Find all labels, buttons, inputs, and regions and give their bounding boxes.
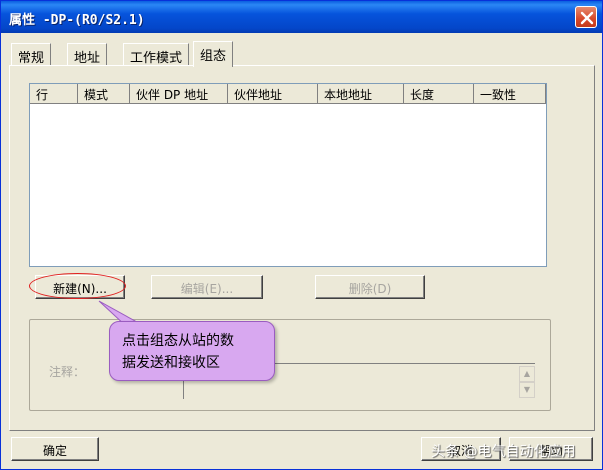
annotation-callout: 点击组态从站的数 据发送和接收区 <box>109 321 275 381</box>
table-header: 行 模式 伙伴 DP 地址 伙伴地址 本地地址 长度 一致性 <box>30 84 546 104</box>
column-header-length[interactable]: 长度 <box>404 84 474 104</box>
delete-button[interactable]: 删除(D) <box>315 275 425 299</box>
tab-address-label: 地址 <box>74 51 101 66</box>
column-header-consistency[interactable]: 一致性 <box>474 84 546 104</box>
scroll-down-icon[interactable]: ▼ <box>519 382 535 398</box>
tab-operating-mode-label: 工作模式 <box>130 51 183 66</box>
column-header-local-address[interactable]: 本地地址 <box>318 84 404 104</box>
close-button[interactable] <box>575 6 597 28</box>
column-header-partner-address[interactable]: 伙伴地址 <box>228 84 318 104</box>
column-header-mode[interactable]: 模式 <box>78 84 130 104</box>
ok-button-label: 确定 <box>42 444 67 458</box>
tab-address[interactable]: 地址 <box>67 43 108 66</box>
tab-general-label: 常规 <box>18 51 45 66</box>
comment-label: 注释： <box>49 365 86 379</box>
window-title: 属性 -DP-(R0/S2.1) <box>9 13 145 28</box>
edit-button-label: 编辑(E)... <box>180 282 234 296</box>
edit-button[interactable]: 编辑(E)... <box>151 275 263 299</box>
scroll-up-icon[interactable]: ▲ <box>519 366 535 382</box>
ok-button[interactable]: 确定 <box>11 437 99 461</box>
delete-button-label: 删除(D) <box>348 282 392 296</box>
watermark: 头条 @电气自动化应用 <box>431 444 576 460</box>
title-bar[interactable]: 属性 -DP-(R0/S2.1) <box>1 1 602 33</box>
tab-operating-mode[interactable]: 工作模式 <box>123 43 190 66</box>
tab-general[interactable]: 常规 <box>11 43 52 66</box>
tab-configuration-label: 组态 <box>200 49 227 64</box>
column-header-partner-dp-address[interactable]: 伙伴 DP 地址 <box>130 84 228 104</box>
annotation-line-1: 点击组态从站的数 <box>122 333 234 349</box>
annotation-line-2: 据发送和接收区 <box>122 355 220 371</box>
tab-configuration[interactable]: 组态 <box>193 41 234 67</box>
column-header-row[interactable]: 行 <box>30 84 78 104</box>
configuration-table[interactable]: 行 模式 伙伴 DP 地址 伙伴地址 本地地址 长度 一致性 <box>29 83 547 267</box>
highlight-ellipse <box>29 273 126 299</box>
properties-dialog: 属性 -DP-(R0/S2.1) 常规 地址 工作模式 组态 行 模式 伙伴 D… <box>0 0 603 470</box>
close-icon <box>580 11 594 25</box>
